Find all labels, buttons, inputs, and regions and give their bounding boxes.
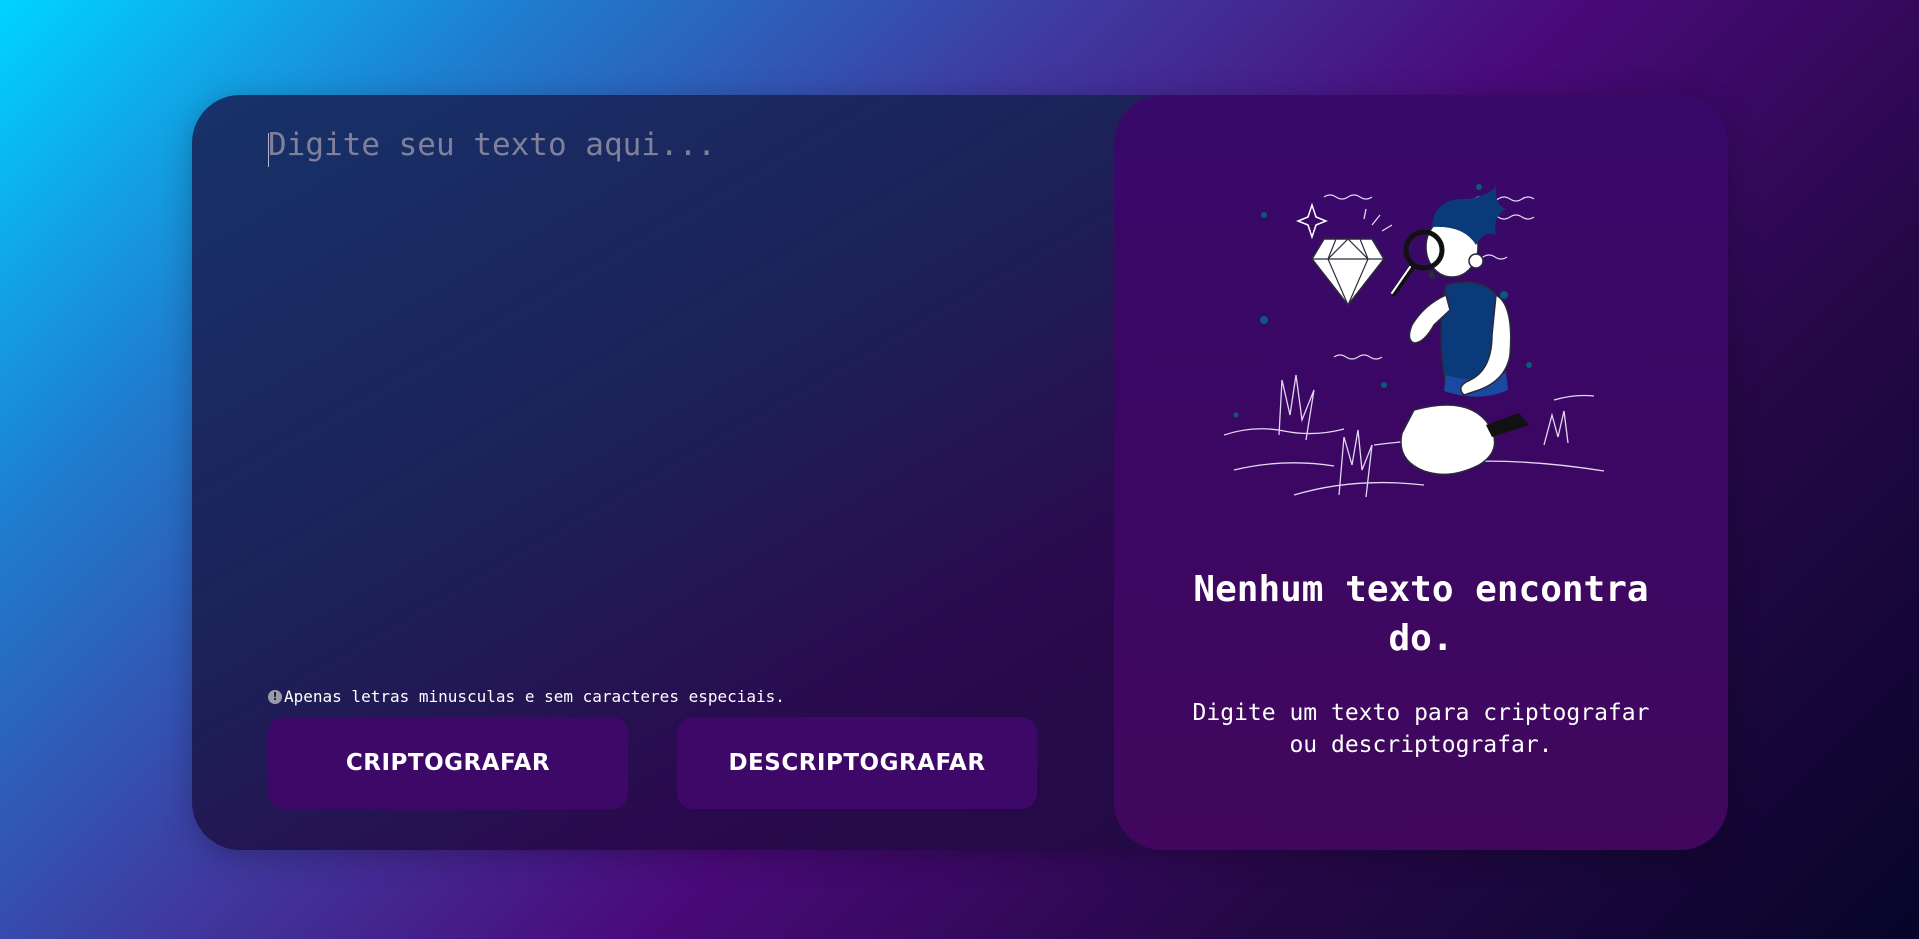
- empty-state-title: Nenhum texto encontrado.: [1193, 569, 1649, 659]
- decrypt-button[interactable]: DESCRIPTOGRAFAR: [677, 717, 1037, 809]
- empty-state-description: Digite um texto para criptografar ou des…: [1192, 700, 1650, 758]
- hint-message: ! Apenas letras minusculas e sem caracte…: [268, 687, 785, 706]
- text-cursor: [268, 133, 269, 167]
- main-card: ! Apenas letras minusculas e sem caracte…: [192, 95, 1728, 850]
- person-magnifier-diamond-illustration: [1224, 184, 1605, 498]
- info-icon: !: [268, 689, 282, 704]
- output-panel: Nenhum texto encontrado. Digite um texto…: [1114, 95, 1728, 850]
- encrypt-button[interactable]: CRIPTOGRAFAR: [268, 717, 628, 809]
- text-input[interactable]: [268, 125, 1068, 645]
- input-section: ! Apenas letras minusculas e sem caracte…: [192, 95, 1114, 850]
- hint-text: Apenas letras minusculas e sem caractere…: [284, 687, 785, 706]
